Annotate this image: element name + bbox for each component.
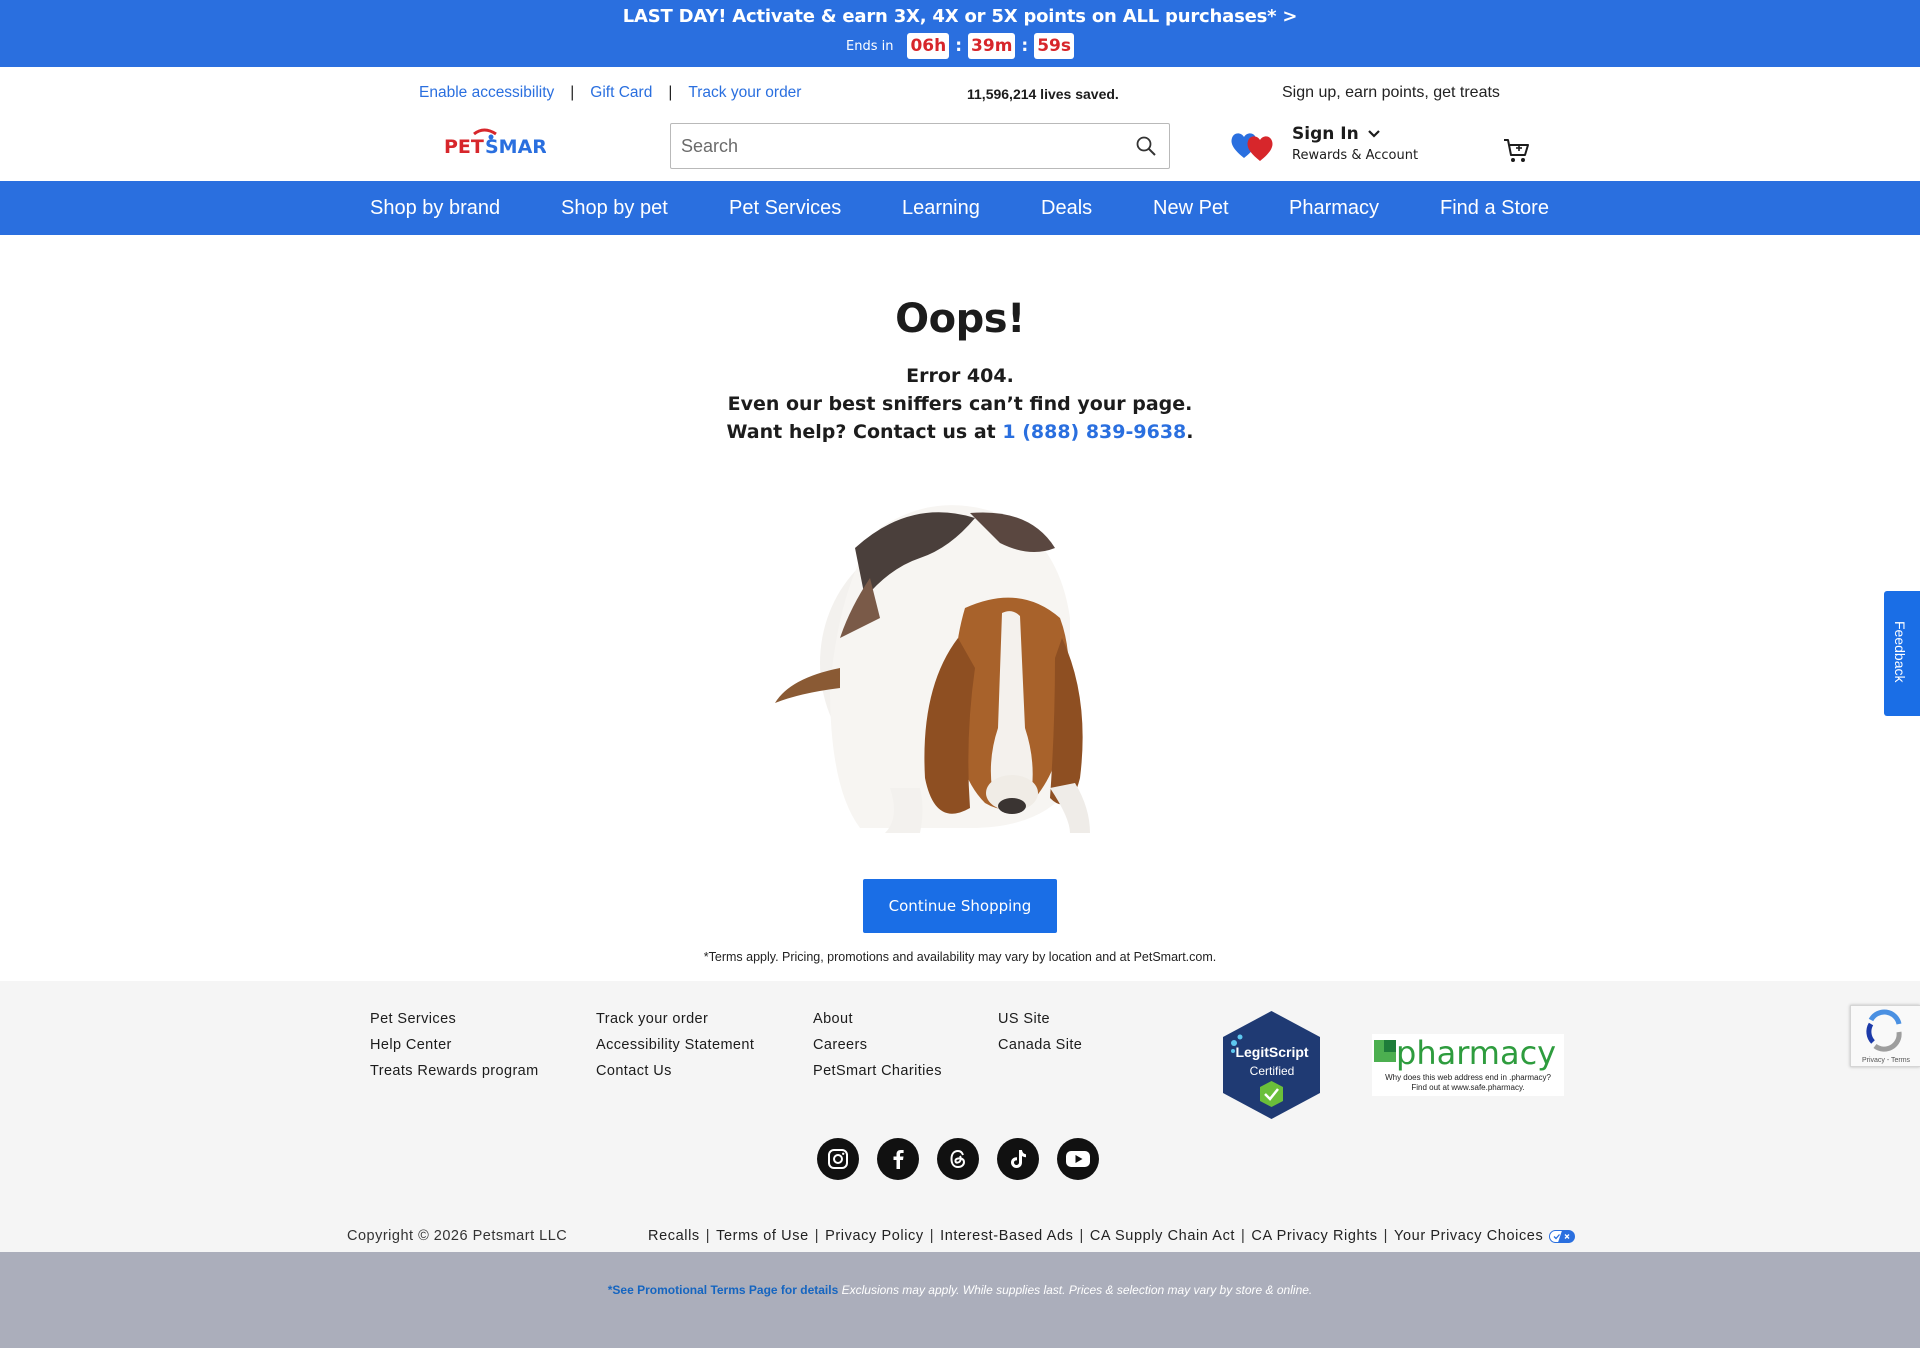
search-box[interactable] <box>670 123 1170 169</box>
gift-card-link[interactable]: Gift Card <box>590 84 652 102</box>
promo-terms-link[interactable]: *See Promotional Terms Page for details <box>608 1283 839 1297</box>
footer-link[interactable]: Careers <box>813 1037 942 1053</box>
error-message: Even our best sniffers can’t find your p… <box>727 393 1193 415</box>
footer-link[interactable]: Treats Rewards program <box>370 1063 539 1079</box>
help-suffix: . <box>1186 421 1194 443</box>
legitscript-title: LegitScript <box>1235 1044 1308 1060</box>
footer-link[interactable]: Pet Services <box>370 1011 539 1027</box>
privacy-choices-icon[interactable] <box>1549 1229 1576 1243</box>
ca-supply-chain-link[interactable]: CA Supply Chain Act <box>1090 1228 1235 1244</box>
lives-saved-counter: 11,596,214 lives saved. <box>967 86 1119 102</box>
phone-link[interactable]: 1 (888) 839-9638 <box>1002 421 1186 443</box>
feedback-tab[interactable]: Feedback <box>1884 591 1920 716</box>
privacy-choices-link[interactable]: Your Privacy Choices <box>1394 1228 1543 1244</box>
divider: | <box>570 84 575 101</box>
search-input[interactable] <box>681 124 1121 168</box>
copyright: Copyright © 2026 Petsmart LLC <box>347 1228 568 1244</box>
footer-column-4: US Site Canada Site <box>998 1011 1082 1053</box>
nav-find-a-store[interactable]: Find a Store <box>1440 197 1549 220</box>
promo-disclaimer-bar: *See Promotional Terms Page for details … <box>0 1252 1920 1348</box>
exclusions-text: Exclusions may apply. While supplies las… <box>841 1283 1313 1297</box>
track-order-link[interactable]: Track your order <box>688 84 801 102</box>
sign-in-label[interactable]: Sign In <box>1292 124 1359 144</box>
youtube-icon[interactable] <box>1057 1138 1099 1180</box>
footer-link[interactable]: Contact Us <box>596 1063 754 1079</box>
recaptcha-badge[interactable]: Privacy - Terms <box>1850 1005 1920 1067</box>
page-title: Oops! <box>895 296 1025 342</box>
feedback-label[interactable]: Feedback <box>1892 621 1908 682</box>
svg-text:SMART: SMART <box>485 136 546 158</box>
nav-pharmacy[interactable]: Pharmacy <box>1289 197 1379 220</box>
footer: Pet Services Help Center Treats Rewards … <box>0 981 1920 1252</box>
divider: | <box>1383 1228 1389 1244</box>
svg-text:PET: PET <box>444 136 484 158</box>
continue-shopping-button[interactable]: Continue Shopping <box>863 879 1057 933</box>
help-message: Want help? Contact us at 1 (888) 839-963… <box>0 421 1920 443</box>
recaptcha-terms: Privacy - Terms <box>1862 1057 1911 1064</box>
countdown-minutes: 39m <box>968 33 1016 59</box>
legal-links: Recalls | Terms of Use | Privacy Policy … <box>648 1228 1576 1244</box>
error-code: Error 404. <box>906 365 1014 387</box>
rewards-account-label: Rewards & Account <box>1292 148 1419 163</box>
divider: | <box>1241 1228 1246 1244</box>
pharmacy-line-1: Why does this web address end in .pharma… <box>1385 1073 1551 1082</box>
divider: | <box>929 1228 935 1244</box>
footer-link[interactable]: Canada Site <box>998 1037 1082 1053</box>
pharmacy-line-2: Find out at www.safe.pharmacy. <box>1411 1083 1524 1092</box>
pharmacy-wordmark: pharmacy <box>1396 1034 1556 1072</box>
footer-link[interactable]: Track your order <box>596 1011 754 1027</box>
countdown-separator: : <box>955 36 963 56</box>
help-prefix: Want help? Contact us at <box>726 421 1003 443</box>
terms-of-use-link[interactable]: Terms of Use <box>716 1228 809 1244</box>
facebook-icon[interactable] <box>877 1138 919 1180</box>
terms-disclaimer: *Terms apply. Pricing, promotions and av… <box>703 950 1217 964</box>
interest-based-ads-link[interactable]: Interest-Based Ads <box>940 1228 1073 1244</box>
footer-column-3: About Careers PetSmart Charities <box>813 1011 942 1079</box>
enable-accessibility-link[interactable]: Enable accessibility <box>419 84 554 102</box>
footer-link[interactable]: About <box>813 1011 942 1027</box>
countdown-seconds: 59s <box>1034 33 1074 59</box>
cart-icon[interactable] <box>1502 137 1530 165</box>
countdown-hours: 06h <box>907 33 950 59</box>
footer-column-1: Pet Services Help Center Treats Rewards … <box>370 1011 539 1079</box>
footer-link[interactable]: Accessibility Statement <box>596 1037 754 1053</box>
recalls-link[interactable]: Recalls <box>648 1228 700 1244</box>
divider: | <box>1079 1228 1084 1244</box>
signup-link[interactable]: Sign up, earn points, get treats <box>1282 84 1500 102</box>
countdown-separator: : <box>1021 36 1029 56</box>
nav-deals[interactable]: Deals <box>1041 197 1092 220</box>
footer-link[interactable]: Help Center <box>370 1037 539 1053</box>
instagram-icon[interactable] <box>817 1138 859 1180</box>
petsmart-logo[interactable]: PET SMART <box>444 128 546 158</box>
privacy-policy-link[interactable]: Privacy Policy <box>825 1228 924 1244</box>
nav-shop-by-pet[interactable]: Shop by pet <box>561 197 668 220</box>
search-icon[interactable] <box>1135 135 1157 157</box>
utility-links: Enable accessibility | Gift Card | Track… <box>419 84 801 102</box>
divider: | <box>814 1228 820 1244</box>
basset-hound-image <box>775 505 1090 833</box>
divider: | <box>668 84 673 101</box>
footer-column-2: Track your order Accessibility Statement… <box>596 1011 754 1079</box>
nav-shop-by-brand[interactable]: Shop by brand <box>370 197 500 220</box>
sign-in-menu[interactable]: Sign In Rewards & Account <box>1292 124 1418 163</box>
promo-title[interactable]: LAST DAY! Activate & earn 3X, 4X or 5X p… <box>0 6 1920 27</box>
nav-new-pet[interactable]: New Pet <box>1153 197 1229 220</box>
main-nav: Shop by brand Shop by pet Pet Services L… <box>0 181 1920 235</box>
ca-privacy-rights-link[interactable]: CA Privacy Rights <box>1251 1228 1377 1244</box>
legitscript-certified: Certified <box>1250 1064 1295 1078</box>
nav-learning[interactable]: Learning <box>902 197 980 220</box>
countdown-label: Ends in <box>845 38 894 54</box>
countdown-timer: Ends in 06h : 39m : 59s <box>0 33 1920 59</box>
footer-link[interactable]: US Site <box>998 1011 1082 1027</box>
tiktok-icon[interactable] <box>997 1138 1039 1180</box>
footer-link[interactable]: PetSmart Charities <box>813 1063 942 1079</box>
divider: | <box>705 1228 711 1244</box>
nav-pet-services[interactable]: Pet Services <box>729 197 841 220</box>
promo-banner[interactable]: LAST DAY! Activate & earn 3X, 4X or 5X p… <box>0 0 1920 67</box>
threads-icon[interactable] <box>937 1138 979 1180</box>
safe-pharmacy-badge[interactable]: pharmacy Why does this web address end i… <box>1372 1034 1564 1096</box>
chevron-down-icon[interactable] <box>1367 129 1381 139</box>
rewards-hearts-icon <box>1231 133 1273 161</box>
legitscript-badge[interactable]: LegitScript Certified <box>1220 1009 1323 1121</box>
